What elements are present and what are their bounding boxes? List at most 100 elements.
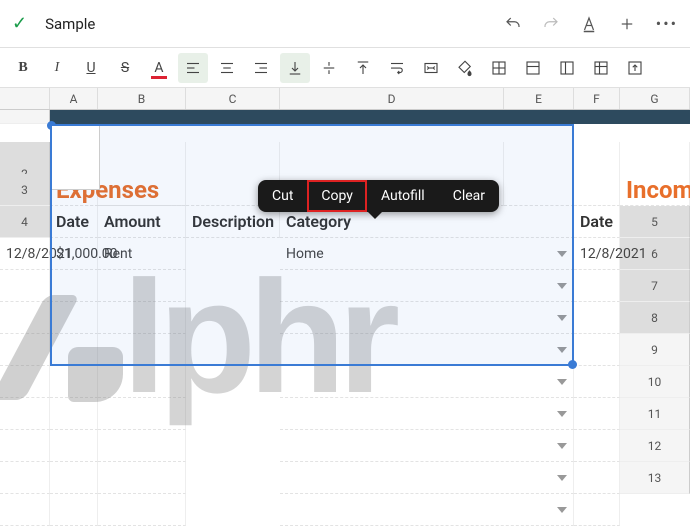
cell[interactable] [0, 398, 50, 430]
cell[interactable] [50, 398, 98, 430]
header-date2[interactable]: Date [574, 206, 620, 238]
cell[interactable] [98, 334, 186, 366]
merge-cells-button[interactable] [416, 53, 446, 83]
chevron-down-icon[interactable] [557, 283, 567, 289]
cell[interactable] [0, 430, 50, 462]
chevron-down-icon[interactable] [557, 507, 567, 513]
cell-date[interactable]: 12/8/2021 [0, 238, 50, 270]
cell[interactable] [574, 430, 620, 462]
cell[interactable] [98, 270, 186, 302]
align-center-button[interactable] [212, 53, 242, 83]
text-color-icon[interactable] [580, 15, 598, 33]
cell[interactable] [0, 366, 50, 398]
cell[interactable] [0, 334, 50, 366]
undo-icon[interactable] [504, 15, 522, 33]
cell[interactable] [280, 398, 574, 430]
cell[interactable] [574, 270, 620, 302]
borders-button[interactable] [484, 53, 514, 83]
cell[interactable] [50, 494, 98, 526]
cell[interactable] [280, 334, 574, 366]
cell[interactable] [98, 462, 186, 494]
cell[interactable] [98, 366, 186, 398]
cell[interactable] [280, 270, 574, 302]
chevron-down-icon[interactable] [557, 251, 567, 257]
font-color-button[interactable]: A [144, 53, 174, 83]
chevron-down-icon[interactable] [557, 411, 567, 417]
document-title[interactable]: Sample [45, 15, 504, 33]
cell[interactable] [98, 494, 186, 526]
insert-row-button[interactable] [518, 53, 548, 83]
wrap-text-button[interactable] [382, 53, 412, 83]
cell[interactable] [574, 174, 620, 206]
row-header[interactable]: 13 [620, 462, 690, 494]
section-title-income[interactable]: Incom [620, 174, 690, 206]
cell[interactable] [0, 462, 50, 494]
menu-clear[interactable]: Clear [439, 180, 499, 212]
col-header[interactable]: F [574, 88, 620, 109]
cell[interactable] [0, 302, 50, 334]
valign-top-button[interactable] [348, 53, 378, 83]
cell[interactable] [574, 302, 620, 334]
chevron-down-icon[interactable] [557, 347, 567, 353]
cell[interactable] [504, 174, 574, 206]
freeze-button[interactable] [586, 53, 616, 83]
row-header[interactable]: 4 [0, 206, 50, 238]
row-header[interactable] [0, 110, 50, 124]
cell[interactable] [574, 398, 620, 430]
col-header[interactable]: D [280, 88, 504, 109]
cell[interactable] [50, 334, 98, 366]
plus-icon[interactable] [618, 15, 636, 33]
align-right-button[interactable] [246, 53, 276, 83]
valign-middle-button[interactable] [314, 53, 344, 83]
cell[interactable] [0, 270, 50, 302]
cell[interactable] [574, 462, 620, 494]
row-header[interactable]: 7 [620, 270, 690, 302]
cell-date2[interactable]: 12/8/2021 [574, 238, 620, 270]
cell[interactable] [50, 462, 98, 494]
select-all-corner[interactable] [0, 88, 50, 109]
align-left-button[interactable] [178, 53, 208, 83]
italic-button[interactable]: I [42, 53, 72, 83]
cell[interactable] [280, 462, 574, 494]
row-header[interactable]: 11 [620, 398, 690, 430]
section-title-expenses[interactable]: Expenses [50, 174, 280, 206]
export-button[interactable] [620, 53, 650, 83]
valign-bottom-button[interactable] [280, 53, 310, 83]
row-header[interactable]: 9 [620, 334, 690, 366]
header-date[interactable]: Date [50, 206, 98, 238]
cell[interactable] [50, 302, 98, 334]
cell[interactable] [280, 494, 574, 526]
cell[interactable] [50, 430, 98, 462]
col-header[interactable]: E [504, 88, 574, 109]
more-icon[interactable]: ••• [656, 14, 678, 33]
cell[interactable] [98, 430, 186, 462]
row-header[interactable]: 10 [620, 366, 690, 398]
cell[interactable] [50, 366, 98, 398]
col-header[interactable]: C [186, 88, 280, 109]
chevron-down-icon[interactable] [557, 443, 567, 449]
fill-color-button[interactable] [450, 53, 480, 83]
chevron-down-icon[interactable] [557, 315, 567, 321]
col-header[interactable]: G [620, 88, 690, 109]
check-icon[interactable]: ✓ [12, 13, 27, 34]
cell[interactable] [98, 398, 186, 430]
cell[interactable] [50, 270, 98, 302]
menu-autofill[interactable]: Autofill [367, 180, 439, 212]
menu-cut[interactable]: Cut [258, 180, 307, 212]
cell[interactable] [574, 494, 620, 526]
cell[interactable] [574, 334, 620, 366]
cell-category[interactable]: Home [280, 238, 574, 270]
menu-copy[interactable]: Copy [307, 180, 367, 212]
chevron-down-icon[interactable] [557, 475, 567, 481]
header-amount[interactable]: Amount [98, 206, 186, 238]
row-header[interactable]: 12 [620, 430, 690, 462]
cell[interactable] [280, 366, 574, 398]
cell[interactable] [0, 494, 50, 526]
row-header[interactable]: 8 [620, 302, 690, 334]
cell-description[interactable]: Rent [98, 238, 186, 270]
strikethrough-button[interactable]: S [110, 53, 140, 83]
bold-button[interactable]: B [8, 53, 38, 83]
column-headers[interactable]: A B C D E F G [0, 88, 690, 110]
cell-amount[interactable]: $1,000.00 [50, 238, 98, 270]
row-header[interactable]: 3 [0, 174, 50, 206]
